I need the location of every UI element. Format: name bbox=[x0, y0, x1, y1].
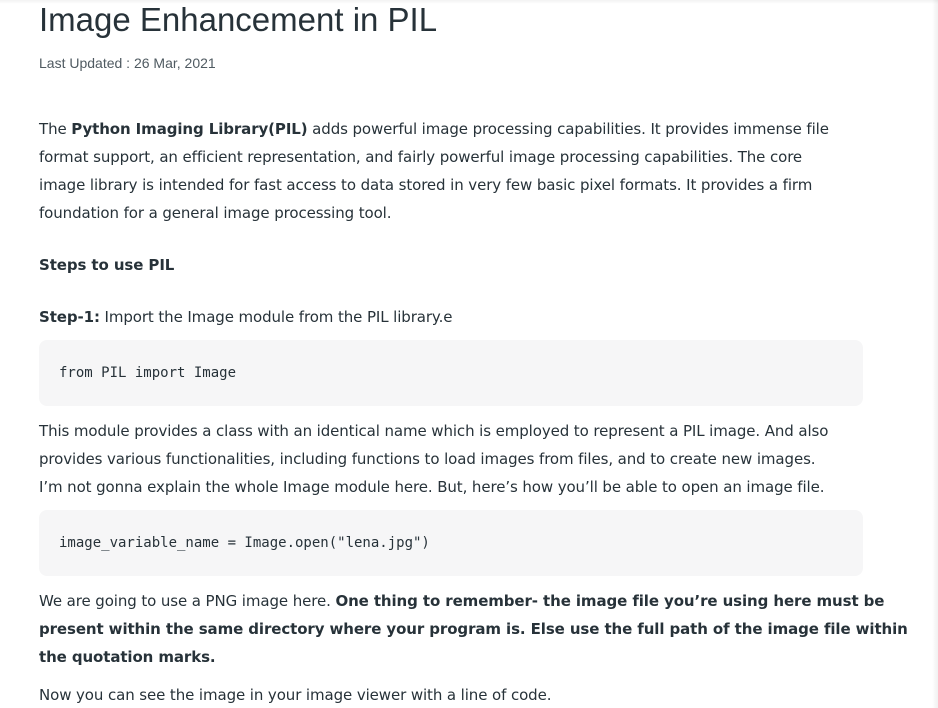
code-block-import[interactable]: from PIL import Image bbox=[39, 340, 863, 406]
code-block-open[interactable]: image_variable_name = Image.open("lena.j… bbox=[39, 510, 863, 576]
last-updated: Last Updated : 26 Mar, 2021 bbox=[39, 55, 216, 71]
png-note-bold: One thing to remember- the image file yo… bbox=[335, 592, 885, 610]
module-paragraph: This module provides a class with an ide… bbox=[39, 417, 863, 501]
viewer-text: Now you can see the image in your image … bbox=[39, 686, 552, 704]
png-text: We are going to use a PNG image here. bbox=[39, 592, 336, 610]
intro-text: image library is intended for fast acces… bbox=[39, 176, 813, 194]
module-text: This module provides a class with an ide… bbox=[39, 422, 829, 440]
png-note-bold: present within the same directory where … bbox=[39, 620, 908, 638]
intro-text: adds powerful image processing capabilit… bbox=[307, 120, 829, 138]
scroll-edge-shadow bbox=[932, 0, 938, 708]
intro-text: format support, an efficient representat… bbox=[39, 148, 803, 166]
code-text: image_variable_name = Image.open("lena.j… bbox=[59, 535, 430, 551]
png-note-bold: the quotation marks. bbox=[39, 648, 216, 666]
intro-text: The bbox=[39, 120, 72, 138]
article-title: Image Enhancement in PIL bbox=[39, 1, 438, 38]
intro-paragraph: The Python Imaging Library(PIL) adds pow… bbox=[39, 115, 863, 227]
step-1-text: Import the Image module from the PIL lib… bbox=[99, 308, 453, 326]
viewer-paragraph: Now you can see the image in your image … bbox=[39, 681, 863, 708]
step-1-paragraph: Step-1: Import the Image module from the… bbox=[39, 303, 863, 331]
module-text: provides various functionalities, includ… bbox=[39, 450, 816, 468]
pil-name-bold: Python Imaging Library(PIL) bbox=[71, 120, 308, 138]
code-text: from PIL import Image bbox=[59, 365, 237, 381]
step-1-label: Step-1: bbox=[39, 308, 100, 326]
intro-text: foundation for a general image processin… bbox=[39, 204, 392, 222]
steps-heading: Steps to use PIL bbox=[39, 251, 863, 279]
steps-heading-text: Steps to use PIL bbox=[39, 256, 175, 274]
png-paragraph: We are going to use a PNG image here. On… bbox=[39, 587, 908, 671]
module-text: I’m not gonna explain the whole Image mo… bbox=[39, 478, 825, 496]
